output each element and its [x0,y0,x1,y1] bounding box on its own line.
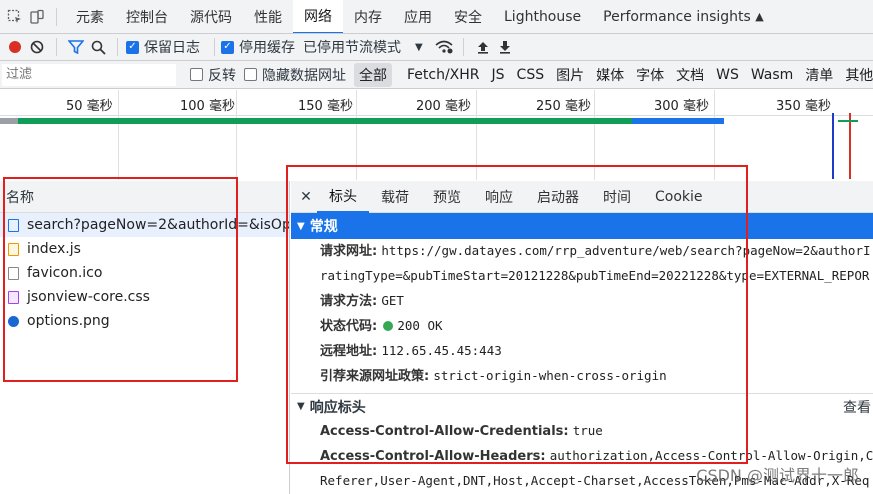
timeline-tick: 100 毫秒 [180,99,235,114]
search-icon[interactable] [87,36,109,58]
filter-type-manifest[interactable]: 清单 [800,63,838,87]
filter-type-wasm[interactable]: Wasm [746,65,798,85]
timeline-tick: 200 毫秒 [416,99,471,114]
timeline-tick: 350 毫秒 [776,99,831,114]
export-har-icon[interactable] [494,36,516,58]
tab-elements[interactable]: 元素 [65,0,115,33]
divider [56,38,57,56]
annotation-box-right [286,165,748,464]
timeline-download-bar [18,118,632,124]
checkbox-checked-icon: ✓ [221,40,234,54]
checkbox-unchecked-icon [244,68,257,81]
tab-performance-insights-label: Performance insights [603,8,751,25]
tab-memory[interactable]: 内存 [343,0,393,33]
filter-type-media[interactable]: 媒体 [591,63,629,87]
view-source-link[interactable]: 查看 [843,397,871,417]
timeline-tick: 150 毫秒 [298,99,353,114]
timeline-overview[interactable]: 50 毫秒 100 毫秒 150 毫秒 200 毫秒 250 毫秒 300 毫秒… [0,90,873,116]
timeline-small-bar [838,120,858,122]
hide-data-urls-checkbox[interactable]: 隐藏数据网址 [244,65,346,85]
tab-lighthouse[interactable]: Lighthouse [493,0,592,33]
divider [56,7,57,26]
network-conditions-icon[interactable] [433,36,455,58]
filter-input[interactable] [2,63,176,86]
divider [462,38,464,56]
timeline-gridline [118,90,119,180]
watermark: CSDN @测试界十一郎 [696,466,859,485]
timeline-waiting-bar [0,118,18,124]
hide-data-urls-label: 隐藏数据网址 [262,67,346,84]
tab-application[interactable]: 应用 [393,0,443,33]
timeline-tick: 250 毫秒 [536,99,591,114]
tab-console[interactable]: 控制台 [115,0,179,33]
filter-type-ws[interactable]: WS [711,65,744,85]
timeline-gridline [236,90,237,180]
import-har-icon[interactable] [472,36,494,58]
invert-checkbox[interactable]: 反转 [190,65,236,85]
filter-bar: 反转 隐藏数据网址 全部 Fetch/XHR JS CSS 图片 媒体 字体 文… [0,61,873,89]
timeline-tick: 50 毫秒 [66,99,113,114]
filter-type-js[interactable]: JS [487,65,510,85]
load-event-marker [849,113,851,179]
tab-network[interactable]: 网络 [293,0,343,33]
divider [117,38,118,56]
flask-icon: ▲ [755,10,764,23]
divider [214,38,215,56]
dom-content-loaded-marker [832,113,834,179]
filter-type-doc[interactable]: 文档 [671,63,709,87]
preserve-log-label: 保留日志 [144,40,200,56]
tab-performance[interactable]: 性能 [243,0,293,33]
filter-icon[interactable] [65,36,87,58]
checkbox-checked-icon: ✓ [126,40,139,54]
tab-security[interactable]: 安全 [443,0,493,33]
disable-cache-checkbox[interactable]: ✓ 停用缓存 [221,37,295,57]
filter-type-fetch-xhr[interactable]: Fetch/XHR [402,65,485,85]
tab-performance-insights[interactable]: Performance insights ▲ [592,0,775,33]
timeline-content-bar [632,118,724,124]
filter-type-all[interactable]: 全部 [354,62,392,87]
filter-type-font[interactable]: 字体 [631,63,669,87]
throttling-select[interactable]: 已停用节流模式 ▼ [303,37,423,57]
network-toolbar: ✓ 保留日志 ✓ 停用缓存 已停用节流模式 ▼ [0,34,873,61]
disable-cache-label: 停用缓存 [239,40,295,56]
invert-label: 反转 [208,67,236,84]
record-icon[interactable] [4,36,26,58]
timeline-tick: 300 毫秒 [654,99,709,114]
inspect-element-icon[interactable] [4,6,26,28]
filter-type-css[interactable]: CSS [512,65,550,85]
dropdown-arrow-icon: ▼ [415,41,423,53]
tab-sources[interactable]: 源代码 [179,0,243,33]
clear-icon[interactable] [26,36,48,58]
device-toolbar-icon[interactable] [26,6,48,28]
throttling-value: 已停用节流模式 [303,40,401,56]
checkbox-unchecked-icon [190,68,203,81]
devtools-tab-bar: 元素 控制台 源代码 性能 网络 内存 应用 安全 Lighthouse Per… [0,0,873,34]
annotation-box-left [3,177,238,382]
filter-type-other[interactable]: 其他 [840,63,873,87]
filter-type-img[interactable]: 图片 [551,63,589,87]
preserve-log-checkbox[interactable]: ✓ 保留日志 [126,37,200,57]
